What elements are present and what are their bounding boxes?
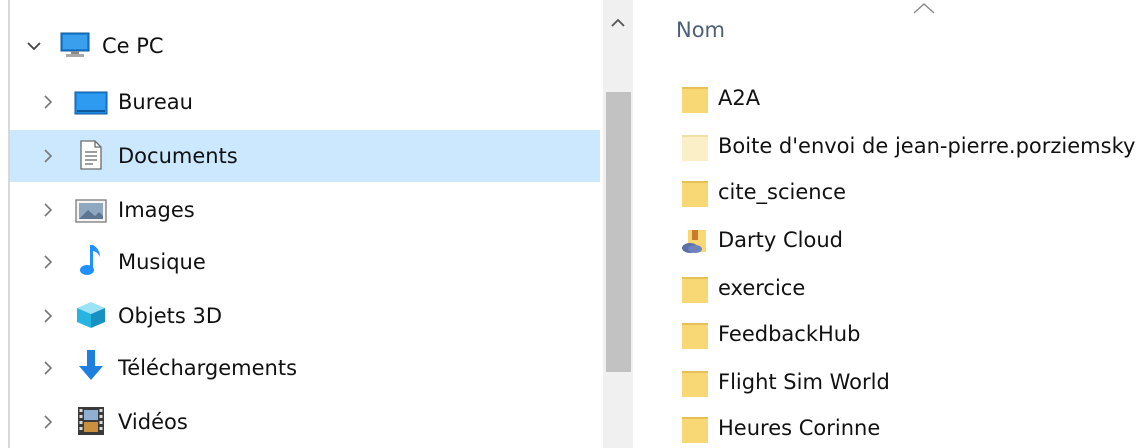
file-name: A2A bbox=[718, 86, 761, 110]
tree-item-documents[interactable]: Documents bbox=[10, 130, 600, 182]
chevron-right-icon[interactable] bbox=[40, 360, 56, 376]
tree-item-label: Téléchargements bbox=[118, 356, 298, 380]
chevron-right-icon[interactable] bbox=[40, 414, 56, 430]
desktop-icon bbox=[74, 88, 108, 118]
folder-icon bbox=[680, 178, 710, 208]
chevron-down-icon[interactable] bbox=[26, 38, 42, 54]
folder-icon bbox=[680, 84, 710, 114]
column-header-name[interactable]: Nom bbox=[676, 18, 725, 42]
tree-item-musique[interactable]: Musique bbox=[10, 236, 600, 288]
file-name: exercice bbox=[718, 276, 806, 300]
tree-item-images[interactable]: Images bbox=[10, 184, 600, 236]
chevron-right-icon[interactable] bbox=[40, 148, 56, 164]
tree-item-label: Objets 3D bbox=[118, 304, 222, 328]
videos-icon bbox=[74, 406, 108, 436]
file-list-item[interactable]: Boite d'envoi de jean-pierre.porziemsky bbox=[680, 126, 1144, 166]
tree-item-label: Documents bbox=[118, 144, 238, 168]
chevron-right-icon[interactable] bbox=[40, 308, 56, 324]
tree-item-telechargements[interactable]: Téléchargements bbox=[10, 342, 600, 394]
folder-icon bbox=[680, 368, 710, 398]
file-name: Heures Corinne bbox=[718, 416, 881, 440]
chevron-right-icon[interactable] bbox=[40, 254, 56, 270]
music-icon bbox=[74, 245, 108, 275]
folder-icon bbox=[680, 274, 710, 304]
tree-item-label: Musique bbox=[118, 250, 206, 274]
file-name: FeedbackHub bbox=[718, 322, 861, 346]
documents-icon bbox=[74, 140, 108, 170]
chevron-right-icon[interactable] bbox=[40, 94, 56, 110]
chevron-right-icon[interactable] bbox=[40, 202, 56, 218]
tree-item-videos[interactable]: Vidéos bbox=[10, 396, 600, 448]
scroll-up-arrow-icon[interactable] bbox=[603, 8, 633, 38]
folder-icon bbox=[680, 320, 710, 350]
file-list-item[interactable]: FeedbackHub bbox=[680, 314, 1144, 354]
folder-icon bbox=[680, 414, 710, 444]
pictures-icon bbox=[74, 196, 108, 226]
tree-item-label: Bureau bbox=[118, 90, 193, 114]
file-list-item[interactable]: Darty Cloud bbox=[680, 220, 1144, 260]
tree-item-label: Vidéos bbox=[118, 410, 188, 434]
file-list-item[interactable]: A2A bbox=[680, 78, 1144, 118]
file-list-item[interactable]: Heures Corinne bbox=[680, 408, 1144, 448]
tree-item-objets-3d[interactable]: Objets 3D bbox=[10, 290, 600, 342]
3d-objects-icon bbox=[74, 300, 108, 330]
file-list-item[interactable]: cite_science bbox=[680, 172, 1144, 212]
sort-ascending-icon bbox=[912, 0, 936, 14]
file-name: Boite d'envoi de jean-pierre.porziemsky bbox=[718, 134, 1136, 158]
tree-item-bureau[interactable]: Bureau bbox=[10, 76, 600, 128]
tree-item-this-pc[interactable]: Ce PC bbox=[10, 20, 600, 72]
cloud-folder-icon bbox=[680, 226, 710, 256]
file-list-item[interactable]: exercice bbox=[680, 268, 1144, 308]
folder-faded-icon bbox=[680, 132, 710, 162]
navigation-pane: Ce PC Bureau Documents Images Musique Ob… bbox=[0, 0, 605, 448]
file-list-item[interactable]: Flight Sim World bbox=[680, 362, 1144, 402]
tree-item-label: Ce PC bbox=[102, 34, 164, 58]
file-name: Flight Sim World bbox=[718, 370, 890, 394]
file-name: cite_science bbox=[718, 180, 847, 204]
downloads-icon bbox=[74, 350, 108, 380]
scrollbar-thumb[interactable] bbox=[606, 92, 631, 372]
file-name: Darty Cloud bbox=[718, 228, 843, 252]
computer-icon bbox=[58, 30, 92, 60]
tree-item-label: Images bbox=[118, 198, 195, 222]
